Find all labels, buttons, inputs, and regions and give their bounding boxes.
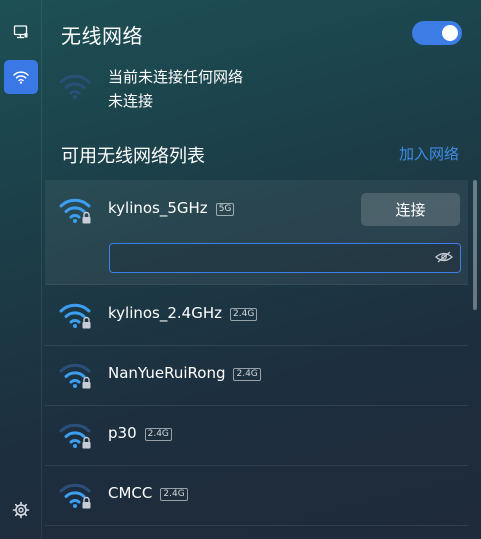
- list-scrollbar[interactable]: [473, 180, 477, 310]
- available-networks-title: 可用无线网络列表: [61, 146, 205, 167]
- network-ssid: p30 2.4G: [108, 424, 172, 442]
- toggle-knob: [442, 25, 458, 41]
- lock-icon: [82, 496, 91, 509]
- wifi-toggle[interactable]: [412, 21, 462, 45]
- band-badge: 2.4G: [144, 428, 172, 441]
- network-ssid: CMCC 2.4G: [108, 484, 188, 502]
- band-badge: 2.4G: [230, 308, 258, 321]
- side-rail: [0, 0, 42, 539]
- rail-wifi-button[interactable]: [4, 60, 38, 94]
- network-item[interactable]: CMCC 2.4G: [45, 465, 468, 526]
- network-ssid: kylinos_2.4GHz 2.4G: [108, 304, 258, 322]
- join-network-link[interactable]: 加入网络: [399, 143, 459, 164]
- connect-button[interactable]: 连接: [361, 193, 460, 226]
- wifi-disconnected-icon: [59, 74, 91, 99]
- wifi-secured-icon: [59, 303, 91, 329]
- band-badge: 5G: [215, 203, 235, 216]
- gear-icon: [12, 501, 30, 519]
- wifi-secured-icon: [59, 198, 91, 224]
- network-item[interactable]: kylinos_2.4GHz 2.4G: [45, 285, 468, 346]
- password-field[interactable]: [109, 243, 461, 273]
- password-input[interactable]: [116, 247, 420, 271]
- wifi-secured-icon: [59, 363, 91, 389]
- lock-icon: [82, 436, 91, 449]
- network-item[interactable]: NanYueRuiRong 2.4G: [45, 345, 468, 406]
- wifi-secured-icon: [59, 423, 91, 449]
- network-ssid: NanYueRuiRong 2.4G: [108, 364, 261, 382]
- wifi-secured-icon: [59, 483, 91, 509]
- network-list: kylinos_5GHz 5G 连接 kylinos_2.4GHz 2.4G Nan…: [45, 180, 468, 539]
- wifi-icon: [13, 71, 29, 84]
- connection-substatus: 未连接: [108, 92, 154, 110]
- settings-button[interactable]: [4, 493, 38, 527]
- network-ssid: kylinos_5GHz 5G: [108, 199, 235, 217]
- hide-password-icon[interactable]: [435, 251, 453, 263]
- lock-icon: [82, 376, 91, 389]
- wired-network-icon: [13, 25, 28, 39]
- connection-status: 当前未连接任何网络: [108, 68, 244, 86]
- network-item[interactable]: p30 2.4G: [45, 405, 468, 466]
- band-badge: 2.4G: [233, 368, 261, 381]
- band-badge: 2.4G: [160, 488, 188, 501]
- rail-wired-network-button[interactable]: [4, 15, 38, 49]
- page-title: 无线网络: [61, 24, 143, 48]
- wireless-network-window: 无线网络 当前未连接任何网络 未连接 可用无线网络列表 加入网络 kylinos…: [0, 0, 481, 539]
- lock-icon: [82, 316, 91, 329]
- lock-icon: [82, 211, 91, 224]
- network-item[interactable]: kylinos_5GHz 5G 连接: [45, 180, 468, 285]
